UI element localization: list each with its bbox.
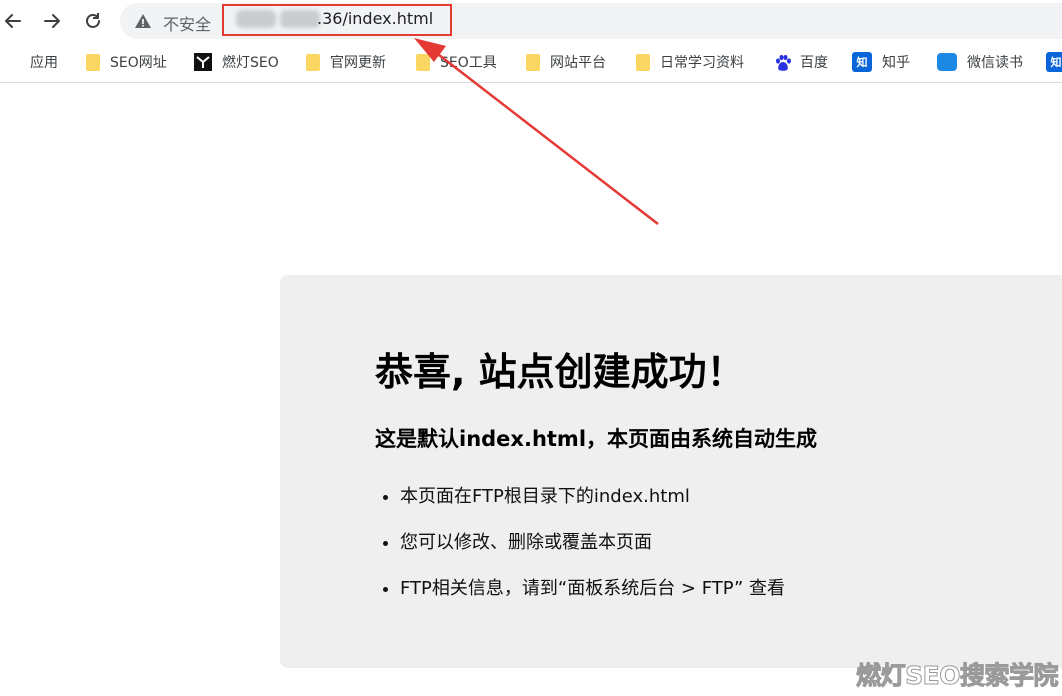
bookmark-label: SEO网址 [110, 55, 167, 71]
folder-icon [636, 53, 650, 71]
bookmark-label: 应用 [30, 55, 58, 71]
bookmark-zhihu[interactable]: 知 知乎 [852, 51, 910, 73]
watermark: 燃灯SEO搜索学院 [856, 661, 1059, 691]
bookmarks-bar: 应用 SEO网址 燃灯SEO 官网更新 SEO工具 网站平台 日常学习资料 百度… [0, 42, 1062, 83]
bookmark-overflow[interactable]: 知 [1046, 51, 1062, 73]
warning-icon[interactable] [134, 12, 152, 30]
bookmark-daily-learning[interactable]: 日常学习资料 [636, 51, 744, 73]
folder-icon [416, 53, 430, 71]
bookmark-seo-tools[interactable]: SEO工具 [416, 51, 497, 73]
info-list: 本页面在FTP根目录下的index.html 您可以修改、删除或覆盖本页面 FT… [375, 482, 785, 620]
folder-icon [526, 53, 540, 71]
back-icon[interactable] [0, 8, 26, 34]
page-subtitle: 这是默认index.html，本页面由系统自动生成 [375, 427, 818, 451]
content-card: 恭喜, 站点创建成功！ 这是默认index.html，本页面由系统自动生成 本页… [280, 275, 1062, 668]
bookmark-seo-sites[interactable]: SEO网址 [86, 51, 167, 73]
bookmark-label: 官网更新 [330, 55, 386, 71]
bookmark-apps[interactable]: 应用 [4, 51, 58, 73]
list-item: 您可以修改、删除或覆盖本页面 [400, 528, 785, 574]
bookmark-label: 燃灯SEO [222, 55, 279, 71]
apps-grid-icon [4, 54, 20, 70]
folder-icon [86, 53, 100, 71]
bookmark-label: 日常学习资料 [660, 55, 744, 71]
browser-toolbar: 不安全 .36/index.html [0, 0, 1062, 42]
bookmark-label: 网站平台 [550, 55, 606, 71]
bookmark-site-platforms[interactable]: 网站平台 [526, 51, 606, 73]
list-item: FTP相关信息，请到“面板系统后台 > FTP” 查看 [400, 574, 785, 620]
baidu-paw-icon [774, 54, 791, 71]
bookmark-weread[interactable]: 微信读书 [937, 51, 1023, 73]
page-title: 恭喜, 站点创建成功！ [375, 350, 745, 394]
bookmark-official-updates[interactable]: 官网更新 [306, 51, 386, 73]
site-icon [194, 53, 212, 71]
bookmark-label: SEO工具 [440, 55, 497, 71]
bookmark-label: 微信读书 [967, 55, 1023, 71]
folder-icon [306, 53, 320, 71]
bookmark-randeng-seo[interactable]: 燃灯SEO [194, 51, 279, 73]
forward-icon[interactable] [39, 8, 65, 34]
reload-icon[interactable] [80, 8, 106, 34]
weread-icon [937, 53, 957, 71]
list-item: 本页面在FTP根目录下的index.html [400, 482, 785, 528]
url-highlight-box [222, 4, 452, 36]
zhihu-icon: 知 [852, 52, 872, 72]
bookmark-label: 百度 [800, 55, 828, 71]
bookmark-label: 知乎 [882, 55, 910, 71]
zhihu-icon: 知 [1046, 52, 1062, 72]
bookmark-baidu[interactable]: 百度 [774, 51, 828, 73]
security-label[interactable]: 不安全 [163, 11, 211, 35]
